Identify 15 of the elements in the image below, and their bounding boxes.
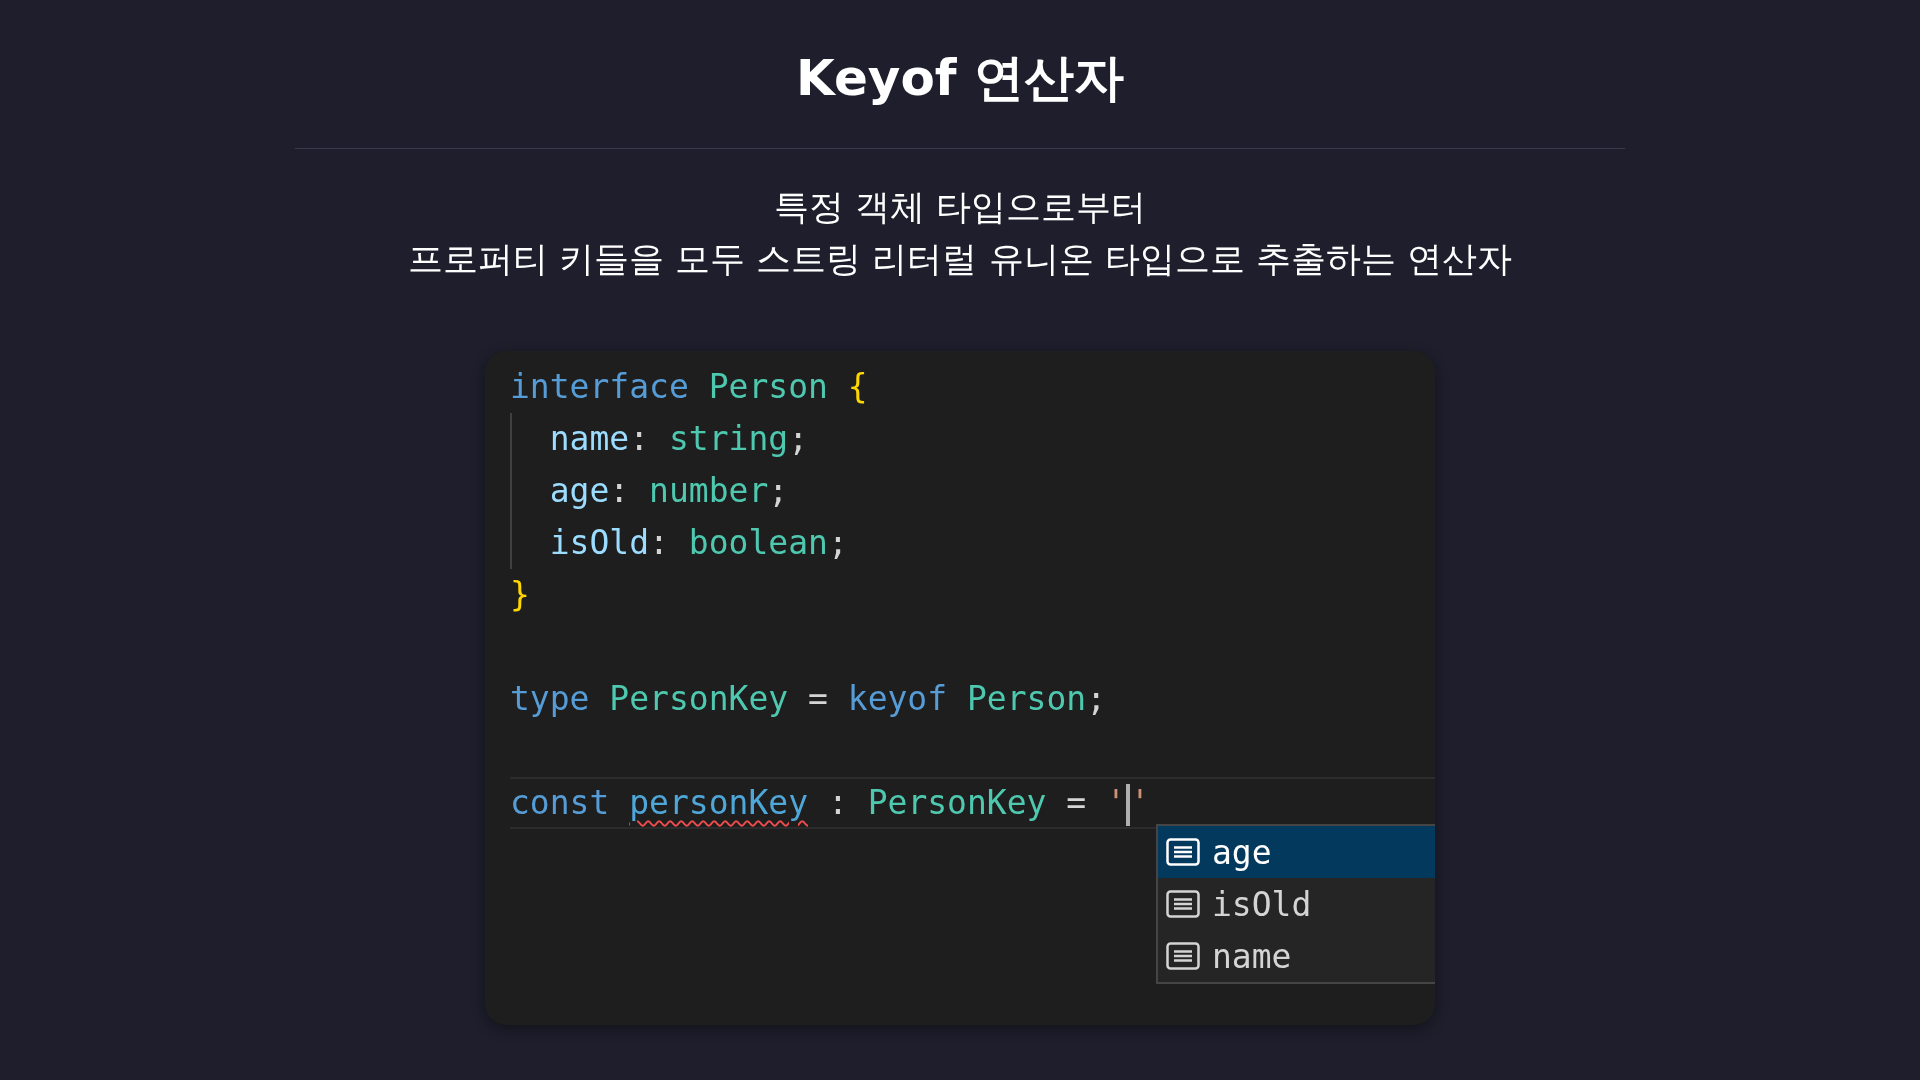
code-line: } [510, 574, 531, 616]
subtitle-line: 특정 객체 타입으로부터 [773, 186, 1147, 229]
property-icon [1166, 890, 1200, 918]
property-icon [1166, 838, 1200, 866]
code-line: name: string; [548, 418, 810, 460]
property-icon [1166, 942, 1200, 970]
code-line: type PersonKey = keyof Person; [510, 678, 1108, 720]
suggestion-item[interactable]: age [1158, 826, 1435, 878]
code-line: interface Person { [510, 366, 869, 408]
code-line: isOld: boolean; [548, 522, 849, 564]
suggestion-item[interactable]: name [1158, 930, 1435, 982]
subtitle-line: 프로퍼티 키들을 모두 스트링 리터럴 유니온 타입으로 추출하는 연산자 [408, 238, 1512, 281]
code-line: age: number; [548, 470, 790, 512]
slide-title: Keyof 연산자 [796, 48, 1124, 109]
suggestion-item[interactable]: isOld [1158, 878, 1435, 930]
